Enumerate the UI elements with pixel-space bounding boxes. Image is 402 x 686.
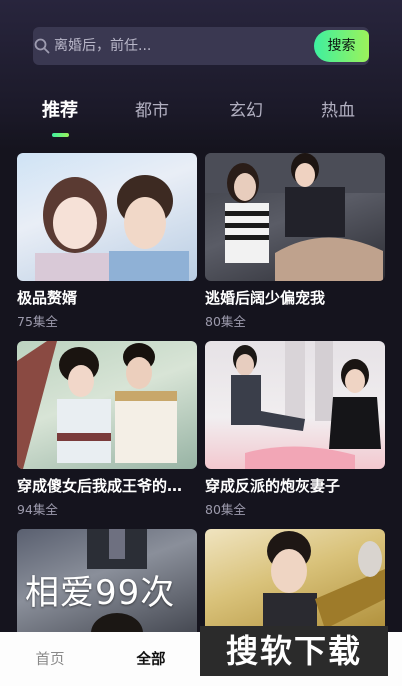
drama-title[interactable]: 穿成傻女后我成王爷的心尖宠 bbox=[17, 475, 197, 496]
nav-all[interactable]: 全部 bbox=[137, 648, 166, 669]
episode-count: 80集全 bbox=[205, 314, 246, 329]
drama-poster[interactable]: 相爱99次 bbox=[17, 529, 197, 649]
watermark-text: 搜软下载 bbox=[225, 632, 362, 670]
episode-count: 80集全 bbox=[205, 502, 246, 517]
drama-poster[interactable] bbox=[205, 153, 385, 281]
drama-title[interactable]: 穿成反派的炮灰妻子 bbox=[205, 475, 385, 496]
search-bar[interactable]: 搜索 bbox=[33, 27, 369, 65]
tab-urban[interactable]: 都市 bbox=[135, 96, 169, 121]
search-input[interactable] bbox=[54, 27, 284, 65]
drama-title[interactable]: 极品赘婿 bbox=[17, 287, 197, 308]
drama-title[interactable]: 逃婚后阔少偏宠我 bbox=[205, 287, 385, 308]
nav-home[interactable]: 首页 bbox=[36, 648, 65, 669]
drama-poster[interactable] bbox=[205, 341, 385, 469]
category-tabs: 推荐 都市 玄幻 热血 bbox=[0, 96, 402, 136]
drama-poster[interactable] bbox=[17, 341, 197, 469]
tab-fantasy[interactable]: 玄幻 bbox=[229, 96, 263, 121]
watermark-logo: 搜软下载 bbox=[200, 626, 388, 676]
active-tab-indicator bbox=[52, 133, 69, 137]
poster-title-text: 相爱99次 bbox=[25, 573, 176, 613]
episode-count: 94集全 bbox=[17, 502, 58, 517]
tab-action[interactable]: 热血 bbox=[321, 96, 355, 121]
tab-recommended[interactable]: 推荐 bbox=[42, 96, 78, 122]
search-button[interactable]: 搜索 bbox=[314, 30, 369, 62]
drama-poster[interactable] bbox=[17, 153, 197, 281]
search-icon bbox=[34, 38, 50, 54]
episode-count: 75集全 bbox=[17, 314, 58, 329]
